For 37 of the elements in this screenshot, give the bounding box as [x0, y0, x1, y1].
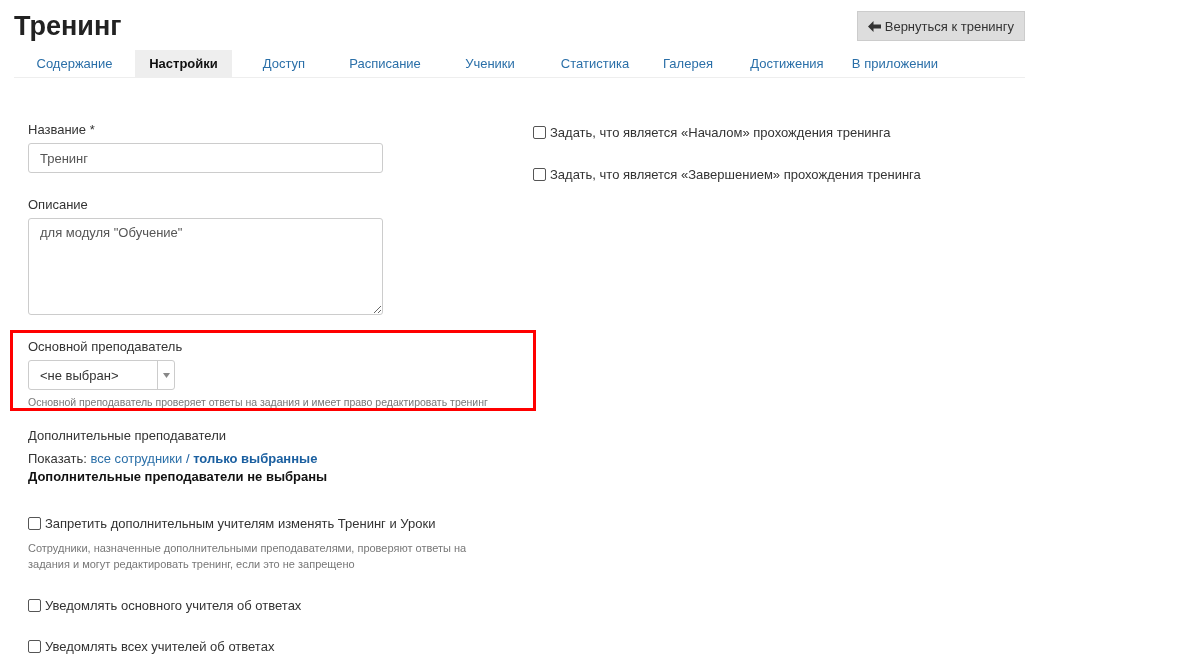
filter-link[interactable]: все сотрудники	[90, 451, 183, 466]
help-text: Сотрудники, назначенные дополнительными преподавателями, проверяют ответы на задания и могут редактировать тренинг, если это не запрещено	[28, 541, 468, 572]
empty-message: Дополнительные преподаватели не выбраны	[28, 469, 329, 484]
field-label: Описание	[28, 197, 89, 212]
field-label: Основной преподаватель	[28, 339, 184, 354]
tab[interactable]: Статистика	[546, 50, 644, 77]
filter-link[interactable]: только выбранные	[193, 451, 318, 466]
tab[interactable]: Достижения	[732, 50, 842, 77]
name-input[interactable]: Тренинг	[28, 143, 383, 173]
tab[interactable]: В приложении	[842, 50, 948, 77]
checkbox[interactable]	[533, 126, 546, 139]
checkbox-label[interactable]: Задать, что является «Началом» прохождения тренинга	[550, 125, 891, 140]
show-label: Показать:	[28, 451, 88, 466]
tab[interactable]: Ученики	[434, 50, 546, 77]
tab[interactable]: Настройки	[135, 50, 232, 77]
tab[interactable]: Доступ	[232, 50, 336, 77]
page-title: Тренинг	[14, 11, 122, 41]
checkbox[interactable]	[28, 599, 41, 612]
description-textarea[interactable]: для модуля "Обучение"	[28, 218, 383, 315]
field-label: Дополнительные преподаватели	[28, 428, 227, 443]
checkbox-label[interactable]: Уведомлять основного учителя об ответах	[45, 598, 302, 613]
caret-icon	[162, 372, 170, 378]
teacher-select[interactable]: <не выбран>	[28, 360, 175, 390]
help-text: Основной преподаватель проверяет ответы на задания и имеет право редактировать тренинг	[28, 396, 489, 408]
checkbox[interactable]	[28, 640, 41, 653]
tab[interactable]: Содержание	[14, 50, 135, 77]
checkbox-label[interactable]: Задать, что является «Завершением» прохождения тренинга	[550, 167, 921, 182]
checkbox[interactable]	[533, 168, 546, 181]
checkbox-label[interactable]: Запретить дополнительным учителям изменять Тренинг и Уроки	[45, 516, 436, 531]
field-label: Название *	[28, 122, 96, 137]
checkbox-label[interactable]: Уведомлять всех учителей об ответах	[45, 639, 275, 654]
back-button[interactable]: Вернуться к тренингу	[856, 11, 1025, 41]
checkbox[interactable]	[28, 517, 41, 530]
arrow-left-icon	[867, 20, 881, 32]
tab[interactable]: Галерея	[644, 50, 732, 77]
separator: /	[184, 451, 191, 466]
tab[interactable]: Расписание	[336, 50, 434, 77]
